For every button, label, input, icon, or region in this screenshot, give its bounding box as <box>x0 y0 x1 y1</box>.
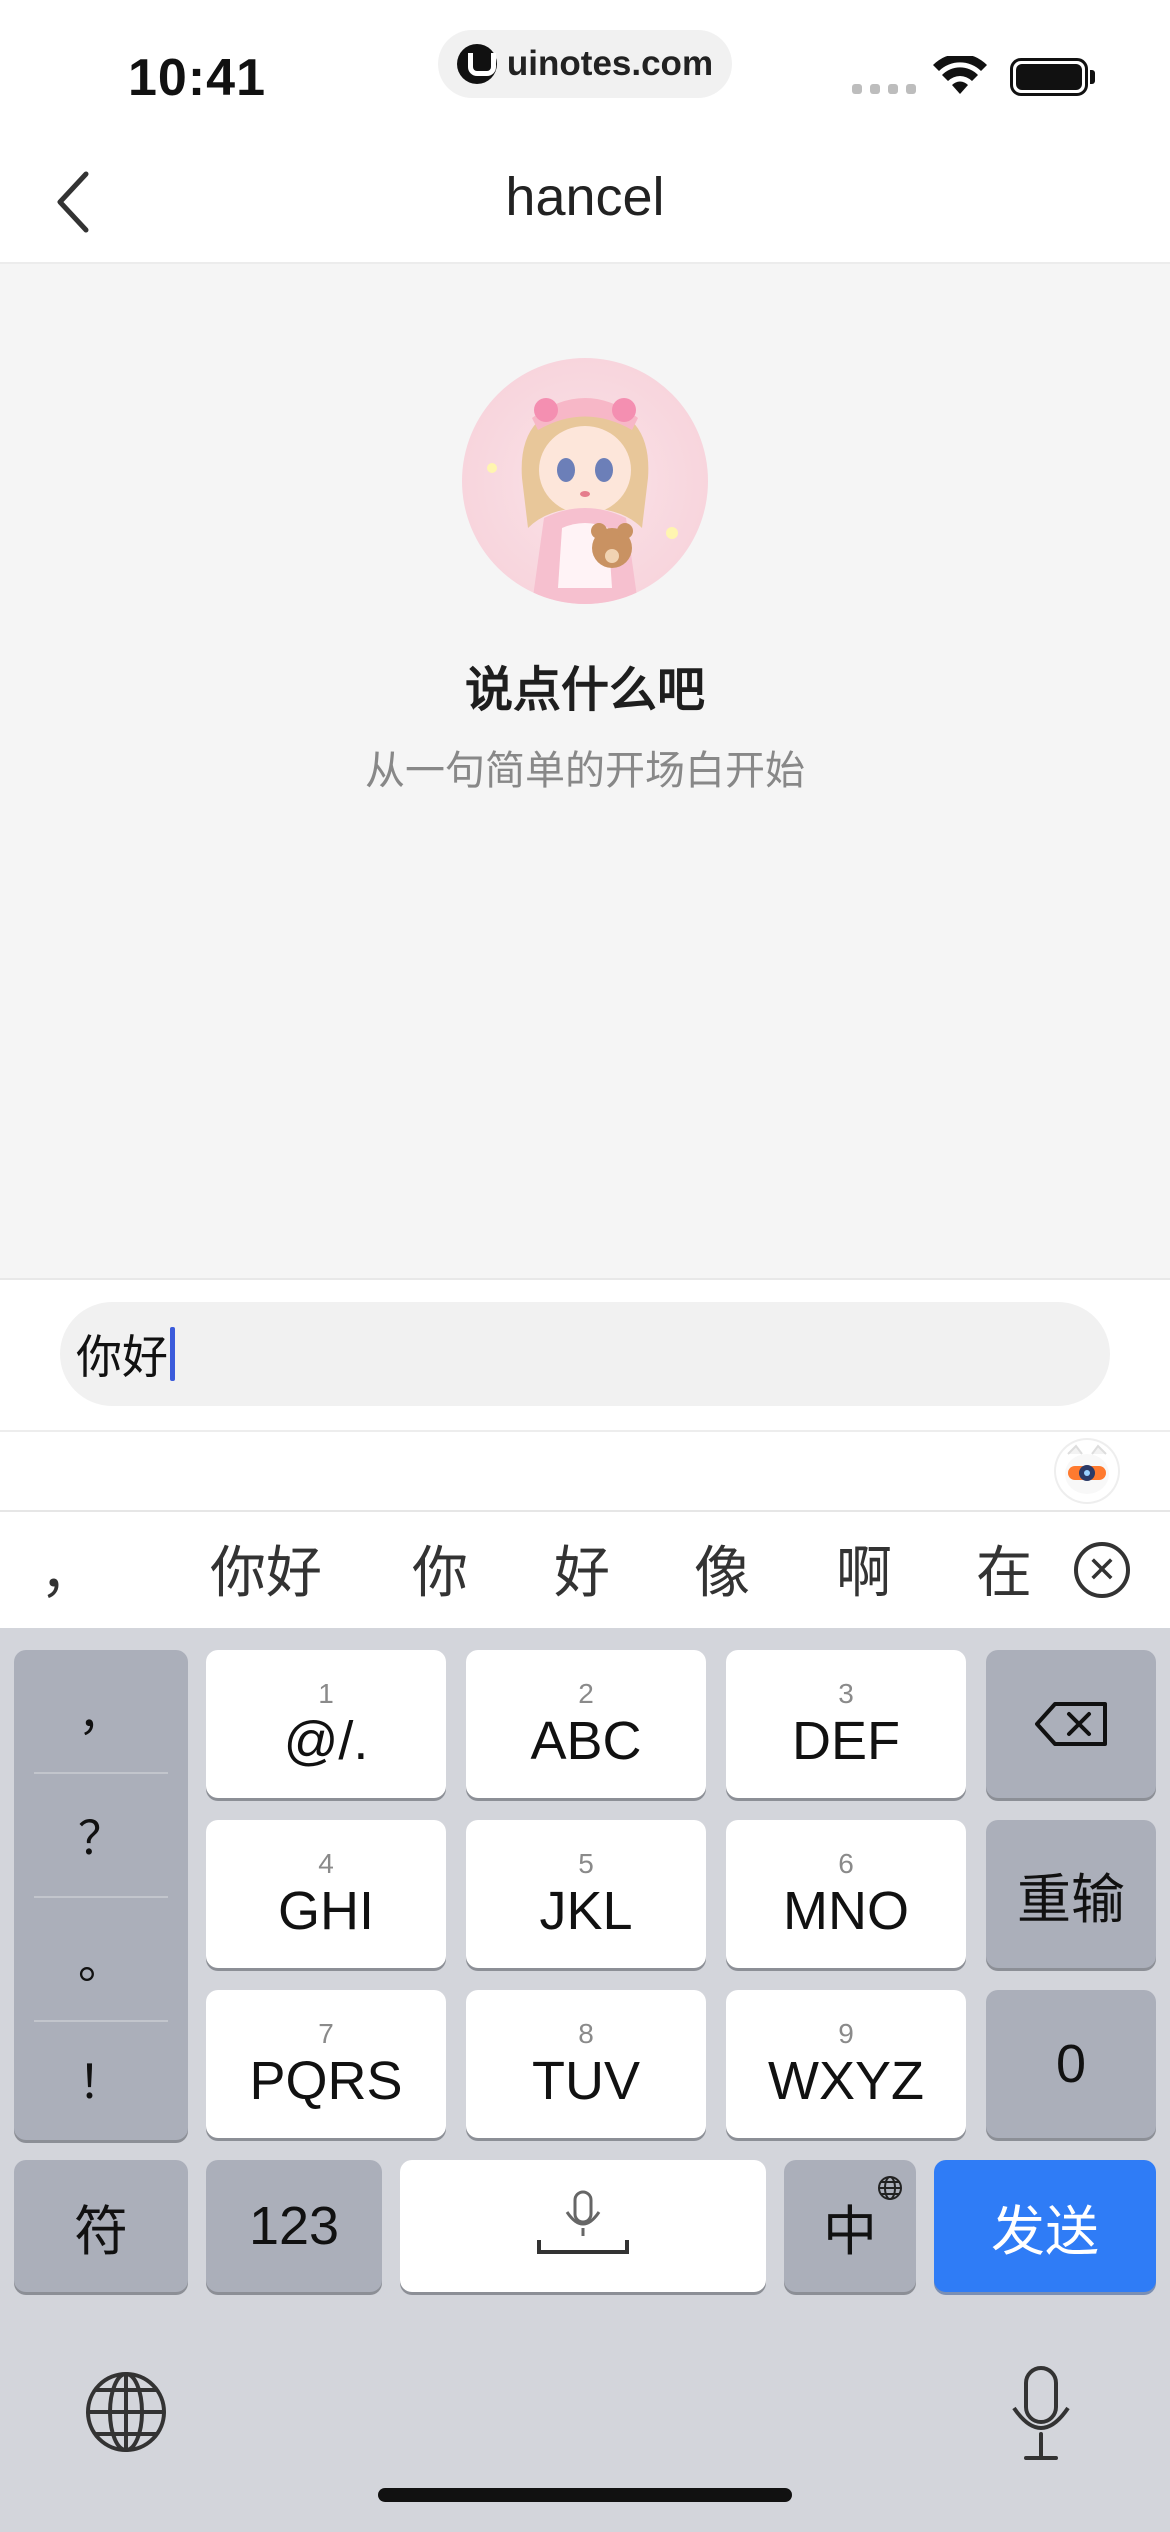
home-indicator <box>378 2488 792 2502</box>
reenter-key[interactable]: 重输 <box>986 1820 1156 1968</box>
text-caret <box>170 1327 175 1381</box>
punct-key[interactable]: ？ <box>14 1774 188 1896</box>
avatar-illustration <box>487 398 678 604</box>
globe-small-icon <box>878 2176 902 2200</box>
page-title: hancel <box>505 167 665 227</box>
key-7[interactable]: 7 PQRS <box>206 1990 446 2138</box>
empty-state-title: 说点什么吧 <box>464 664 705 717</box>
backspace-key[interactable] <box>986 1650 1156 1798</box>
battery-icon <box>1010 58 1088 96</box>
punct-key[interactable]: ， <box>14 1650 188 1772</box>
candidate-item[interactable]: 你好 <box>210 1528 322 1609</box>
punct-key[interactable]: ！ <box>14 2018 188 2140</box>
space-key[interactable] <box>400 2160 766 2292</box>
key-1[interactable]: 1 @/. <box>206 1650 446 1798</box>
send-button[interactable]: 发送 <box>934 2160 1156 2292</box>
candidate-item[interactable]: 你 <box>412 1528 468 1609</box>
backspace-icon <box>1035 1702 1107 1746</box>
symbols-key[interactable]: 符 <box>14 2160 188 2292</box>
input-toolbar <box>0 1432 1170 1510</box>
candidate-item[interactable]: 好 <box>554 1528 610 1609</box>
numbers-key[interactable]: 123 <box>206 2160 382 2292</box>
key-8[interactable]: 8 TUV <box>466 1990 706 2138</box>
key-4[interactable]: 4 GHI <box>206 1820 446 1968</box>
close-candidates-icon[interactable]: ✕ <box>1074 1542 1130 1598</box>
key-0[interactable]: 0 <box>986 1990 1156 2138</box>
microphone-icon[interactable] <box>1006 2364 1076 2464</box>
globe-icon[interactable] <box>84 2370 168 2454</box>
wifi-icon <box>933 56 987 94</box>
mascot-icon[interactable] <box>1056 1440 1118 1502</box>
punctuation-column[interactable]: ， ？ 。 ！ <box>14 1650 188 2140</box>
candidate-item[interactable]: 像 <box>694 1528 750 1609</box>
key-9[interactable]: 9 WXYZ <box>726 1990 966 2138</box>
key-5[interactable]: 5 JKL <box>466 1820 706 1968</box>
cellular-signal-icon <box>852 84 916 94</box>
key-3[interactable]: 3 DEF <box>726 1650 966 1798</box>
candidate-item[interactable]: 在 <box>976 1528 1032 1609</box>
uinotes-logo-icon <box>456 44 497 84</box>
space-mic-icon <box>537 2190 629 2254</box>
candidate-item[interactable]: 啊 <box>836 1528 892 1609</box>
lang-key[interactable]: 中 <box>784 2160 916 2292</box>
punct-key[interactable]: 。 <box>14 1898 188 2020</box>
candidate-punct[interactable]: ， <box>40 1528 96 1609</box>
key-6[interactable]: 6 MNO <box>726 1820 966 1968</box>
empty-state-subtitle: 从一句简单的开场白开始 <box>365 749 805 793</box>
url-badge: uinotes.com <box>438 30 732 98</box>
message-input[interactable]: 你好 <box>60 1302 1110 1406</box>
message-input-text[interactable]: 你好 <box>76 1321 168 1387</box>
key-2[interactable]: 2 ABC <box>466 1650 706 1798</box>
avatar[interactable] <box>462 358 708 604</box>
url-text: uinotes.com <box>506 44 714 83</box>
status-time: 10:41 <box>128 49 266 107</box>
